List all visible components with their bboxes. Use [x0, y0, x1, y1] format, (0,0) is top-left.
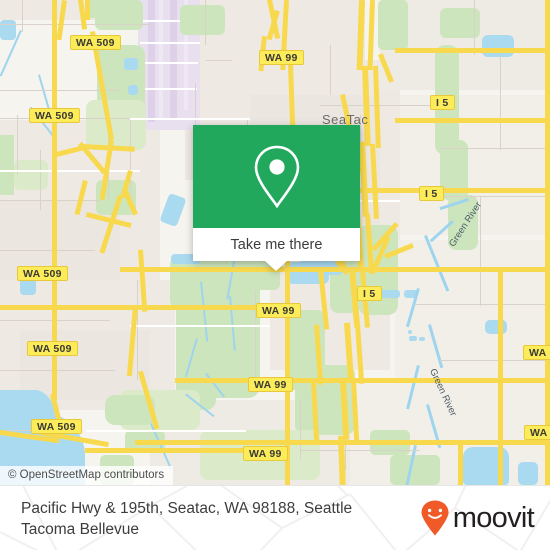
map-pin-icon [254, 145, 299, 208]
highway-shield: WA 509 [29, 108, 80, 123]
map-area-park [378, 0, 408, 50]
local-road [205, 0, 206, 45]
airport-taxiway [159, 0, 163, 118]
highway-shield: WA 99 [243, 446, 288, 461]
arterial-road [395, 118, 550, 123]
local-road [480, 196, 481, 306]
local-road [300, 400, 301, 460]
airport-runway [170, 0, 177, 118]
highway-shield: I 5 [430, 95, 455, 110]
local-road [440, 148, 550, 149]
map-area-park [14, 160, 48, 190]
local-road [22, 0, 23, 32]
local-road [415, 304, 550, 305]
highway-shield: I 5 [419, 186, 444, 201]
local-road [137, 280, 138, 380]
highway-shield: WA 509 [31, 419, 82, 434]
highway-shield: WA 99 [259, 50, 304, 65]
popup-pointer [265, 261, 287, 271]
local-road [130, 118, 131, 208]
highway-shield: WA 99 [256, 303, 301, 318]
map-area-park [390, 455, 440, 485]
local-road [474, 0, 475, 55]
local-road [40, 150, 41, 210]
highway-shield: WA 509 [17, 266, 68, 281]
map-area-park [86, 100, 146, 150]
secondary-road [130, 325, 270, 327]
popup-action-label: Take me there [230, 236, 323, 253]
arterial-road [0, 305, 300, 310]
footer-bar: Pacific Hwy & 195th, Seatac, WA 98188, S… [0, 485, 550, 550]
secondary-road [86, 430, 246, 432]
map-canvas[interactable]: WA 509 WA 99 I 5 WA 509 I 5 WA 509 WA 99… [0, 0, 550, 485]
map-water-body [518, 462, 538, 485]
popup-image-panel [193, 125, 360, 228]
map-water-body [409, 336, 417, 341]
airport-runway [148, 0, 155, 122]
moovit-location-card: WA 509 WA 99 I 5 WA 509 I 5 WA 509 WA 99… [0, 0, 550, 550]
local-road [440, 196, 550, 197]
highway-shield: WA 1 [523, 345, 550, 360]
map-water-body [128, 85, 138, 95]
airport-apron-line [142, 88, 197, 90]
map-water-body [419, 337, 425, 341]
local-road [440, 360, 550, 361]
arterial-road [395, 48, 550, 53]
local-road [330, 45, 331, 95]
moovit-smiley-pin-icon [421, 500, 449, 536]
highway-wa-509 [52, 120, 57, 250]
arterial-road [120, 267, 550, 272]
local-road [0, 370, 115, 371]
map-area-park [0, 135, 14, 195]
local-road [0, 200, 100, 201]
map-water-body [485, 320, 507, 334]
map-water-body [0, 20, 16, 40]
arterial-road [498, 267, 503, 485]
map-area-park [90, 0, 120, 18]
highway-wa-509 [52, 245, 57, 345]
secondary-road [130, 118, 250, 120]
local-road [500, 55, 501, 150]
airport-apron-line [140, 62, 198, 64]
highway-shield: I 5 [357, 286, 382, 301]
arterial-road [458, 440, 463, 485]
highway-shield: WA 509 [27, 341, 78, 356]
airport-apron-line [140, 42, 200, 44]
local-road [300, 450, 420, 451]
map-area-park [180, 5, 225, 35]
map-water-body [408, 330, 412, 334]
map-water-body [124, 58, 138, 70]
local-road [17, 115, 18, 175]
map-water-body [482, 35, 514, 57]
moovit-brand[interactable]: moovit [420, 500, 535, 536]
highway-shield: WA 99 [248, 377, 293, 392]
airport-loop [206, 60, 232, 62]
highway-wa-509-ramp [85, 0, 90, 20]
location-address: Pacific Hwy & 195th, Seatac, WA 98188, S… [21, 500, 353, 538]
moovit-wordmark: moovit [452, 502, 535, 534]
arterial-road [545, 0, 550, 485]
highway-wa-509 [52, 0, 57, 125]
secondary-road [0, 170, 140, 172]
location-popup[interactable]: Take me there [193, 125, 360, 271]
local-road [0, 250, 95, 251]
highway-shield: WA 509 [70, 35, 121, 50]
map-attribution[interactable]: © OpenStreetMap contributors [0, 466, 174, 485]
highway-shield: WA 1 [524, 425, 550, 440]
popup-action-button[interactable]: Take me there [193, 228, 360, 261]
